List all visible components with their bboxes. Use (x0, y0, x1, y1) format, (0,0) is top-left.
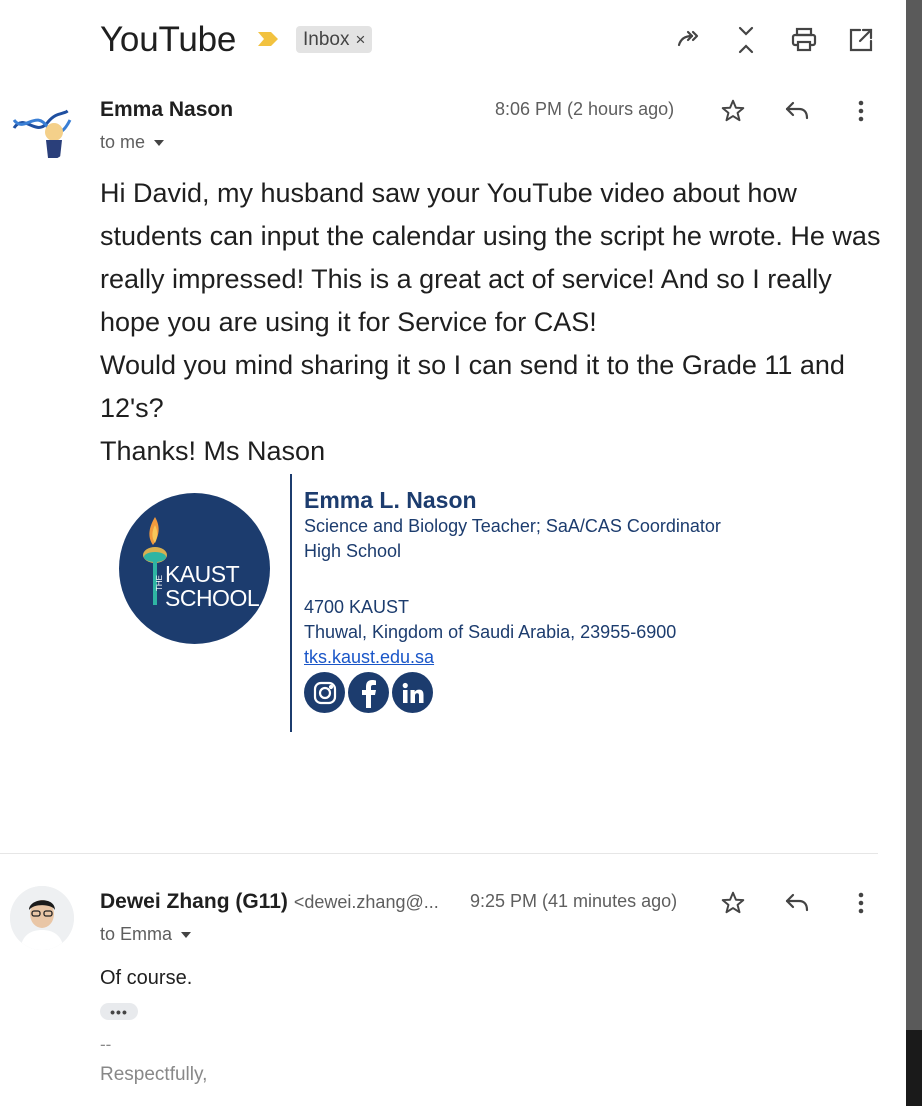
scrollbar-lower[interactable] (906, 1030, 922, 1106)
avatar[interactable] (10, 886, 74, 950)
logo-text-kaust: KAUST (165, 561, 240, 587)
remove-label-button[interactable]: × (355, 30, 365, 50)
reply-icon[interactable] (781, 95, 813, 127)
signature-address-line1: 4700 KAUST (304, 597, 410, 617)
reply-all-icon[interactable] (672, 24, 704, 56)
star-icon[interactable] (717, 887, 749, 919)
email-subject: YouTube (100, 20, 237, 59)
avatar[interactable] (10, 98, 74, 162)
signature-address-line2: Thuwal, Kingdom of Saudi Arabia, 23955-6… (304, 622, 677, 642)
inbox-label-chip: Inbox × (296, 26, 373, 53)
sender-email: <dewei.zhang@... (293, 892, 439, 912)
message-timestamp: 8:06 PM (2 hours ago) (495, 99, 675, 119)
sender-row: Dewei Zhang (G11) <dewei.zhang@... (100, 890, 439, 914)
message-timestamp: 9:25 PM (41 minutes ago) (470, 891, 678, 911)
logo-text-school: SCHOOL (165, 585, 260, 611)
instagram-icon[interactable] (304, 672, 345, 713)
recipient-text: to Emma (100, 924, 173, 944)
signature-title: Science and Biology Teacher; SaA/CAS Coo… (304, 516, 721, 536)
star-icon[interactable] (717, 95, 749, 127)
message-body: Hi David, my husband saw your YouTube vi… (100, 172, 890, 473)
facebook-icon[interactable] (348, 672, 389, 713)
website-link-text[interactable]: tks.kaust.edu.sa (304, 647, 434, 667)
chevron-down-icon[interactable] (153, 139, 165, 147)
signature-divider (290, 474, 292, 732)
open-in-new-window-icon[interactable] (845, 24, 877, 56)
message-paragraph: Hi David, my husband saw your YouTube vi… (100, 178, 881, 337)
important-marker-icon[interactable] (256, 29, 280, 49)
chevron-down-icon[interactable] (180, 931, 192, 939)
sender-name[interactable]: Emma Nason (100, 98, 233, 122)
scrollbar-thumb[interactable] (906, 0, 922, 1030)
message-paragraph: Thanks! Ms Nason (100, 436, 326, 466)
inbox-label-text: Inbox (303, 28, 350, 50)
message-paragraph: Would you mind sharing it so I can send … (100, 350, 845, 423)
more-options-icon[interactable] (845, 95, 877, 127)
school-logo: THE KAUST SCHOOL (119, 493, 270, 644)
signature-website-link[interactable]: tks.kaust.edu.sa (304, 647, 434, 668)
sender-name[interactable]: Dewei Zhang (G11) (100, 890, 288, 914)
signature-department: High School (304, 541, 402, 561)
signature-closing: Respectfully, (100, 1064, 208, 1085)
show-trimmed-content-button[interactable]: ••• (100, 1003, 138, 1020)
recipient-details[interactable]: to me (100, 132, 165, 153)
recipient-text: to me (100, 132, 146, 152)
message-body: Of course. (100, 967, 193, 989)
signature-name: Emma L. Nason (304, 487, 477, 513)
reply-icon[interactable] (781, 887, 813, 919)
signature-separator: -- (100, 1035, 112, 1054)
message-divider (0, 853, 878, 854)
recipient-details[interactable]: to Emma (100, 924, 192, 945)
more-options-icon[interactable] (845, 887, 877, 919)
print-icon[interactable] (788, 24, 820, 56)
collapse-all-icon[interactable] (730, 24, 762, 56)
linkedin-icon[interactable] (392, 672, 433, 713)
